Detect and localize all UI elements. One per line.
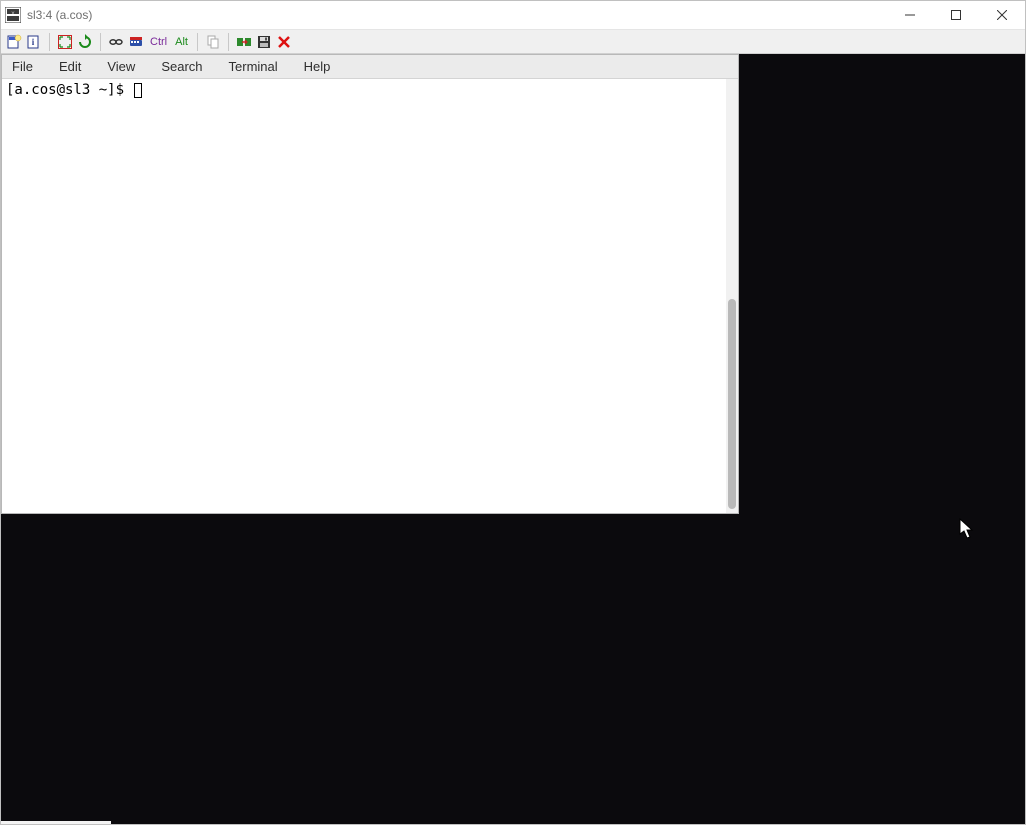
toolbar-separator (100, 33, 101, 51)
cursor-icon (959, 518, 975, 545)
terminal-cursor (134, 83, 142, 98)
menu-help[interactable]: Help (298, 57, 337, 76)
toolbar-separator (228, 33, 229, 51)
menu-terminal[interactable]: Terminal (223, 57, 284, 76)
copy-icon[interactable] (204, 33, 222, 51)
vnc-viewer-window: V sl3:4 (a.cos) i (0, 0, 1026, 825)
bottom-strip (1, 821, 111, 824)
minimize-button[interactable] (887, 1, 933, 29)
window-controls (887, 1, 1025, 29)
titlebar: V sl3:4 (a.cos) (1, 1, 1025, 29)
menu-view[interactable]: View (101, 57, 141, 76)
menu-edit[interactable]: Edit (53, 57, 87, 76)
maximize-button[interactable] (933, 1, 979, 29)
cad-icon[interactable] (127, 33, 145, 51)
toolbar-separator (197, 33, 198, 51)
toolbar-separator (49, 33, 50, 51)
menu-file[interactable]: File (6, 57, 39, 76)
alt-button[interactable]: Alt (172, 33, 191, 51)
terminal-window: File Edit View Search Terminal Help [a.c… (1, 54, 739, 514)
ctrl-button[interactable]: Ctrl (147, 33, 170, 51)
refresh-icon[interactable] (76, 33, 94, 51)
chain-icon[interactable] (107, 33, 125, 51)
close-button[interactable] (979, 1, 1025, 29)
terminal-scrollbar[interactable] (726, 79, 738, 513)
save-icon[interactable] (255, 33, 273, 51)
terminal-prompt: [a.cos@sl3 ~]$ (6, 82, 132, 98)
menu-search[interactable]: Search (155, 57, 208, 76)
scrollbar-thumb[interactable] (728, 299, 736, 509)
remote-desktop[interactable]: File Edit View Search Terminal Help [a.c… (1, 54, 1025, 824)
fullscreen-icon[interactable] (56, 33, 74, 51)
info-icon[interactable]: i (25, 33, 43, 51)
transfer-icon[interactable] (235, 33, 253, 51)
window-title: sl3:4 (a.cos) (27, 8, 92, 22)
terminal-body[interactable]: [a.cos@sl3 ~]$ (2, 79, 738, 513)
toolbar: i Ctrl Alt (1, 29, 1025, 54)
new-connection-icon[interactable] (5, 33, 23, 51)
terminal-menubar: File Edit View Search Terminal Help (2, 55, 738, 79)
svg-text:V: V (12, 10, 15, 15)
vnc-icon: V (5, 7, 21, 23)
disconnect-icon[interactable] (275, 33, 293, 51)
terminal-text[interactable]: [a.cos@sl3 ~]$ (2, 79, 726, 513)
